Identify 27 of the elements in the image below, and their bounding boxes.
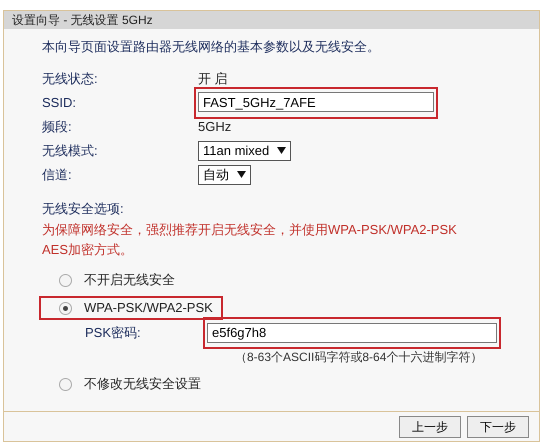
field-label: 频段: — [42, 118, 73, 136]
field-value: 开 启 — [198, 70, 228, 88]
radio-button[interactable] — [59, 302, 72, 314]
field-label: 信道: — [42, 166, 73, 184]
caret-icon — [277, 147, 286, 154]
caret-icon — [237, 171, 246, 178]
field-label: PSK密码: — [85, 324, 142, 342]
warning-text: 为保障网络安全，强烈推荐开启无线安全，并使用WPA-PSK/WPA2-PSK AES加密方式。 — [42, 221, 458, 259]
radio-button[interactable] — [59, 274, 72, 286]
field-label: 无线模式: — [42, 142, 99, 160]
wizard-button[interactable]: 下一步 — [467, 416, 529, 438]
dropdown[interactable]: 自动 — [198, 164, 251, 184]
field-label: SSID: — [42, 94, 77, 112]
section-heading: 无线安全选项: — [42, 200, 125, 218]
intro-text: 本向导页面设置路由器无线网络的基本参数以及无线安全。 — [42, 38, 381, 56]
input-field[interactable]: FAST_5GHz_7AFE — [198, 92, 434, 112]
radio-button[interactable] — [59, 378, 72, 390]
field-label: 无线状态: — [42, 70, 99, 88]
field-value: 5GHz — [198, 118, 232, 136]
dropdown[interactable]: 11an mixed — [198, 140, 292, 160]
window-title: 设置向导 - 无线设置 5GHz — [4, 11, 539, 29]
password-field[interactable]: e5f6g7h8 — [207, 322, 497, 342]
radio-label: WPA-PSK/WPA2-PSK — [84, 299, 213, 318]
hint-text: （8-63个ASCII码字符或8-64个十六进制字符） — [235, 349, 482, 366]
radio-label: 不开启无线安全 — [84, 271, 175, 290]
wizard-button[interactable]: 上一步 — [399, 416, 461, 438]
radio-label: 不修改无线安全设置 — [84, 375, 201, 394]
